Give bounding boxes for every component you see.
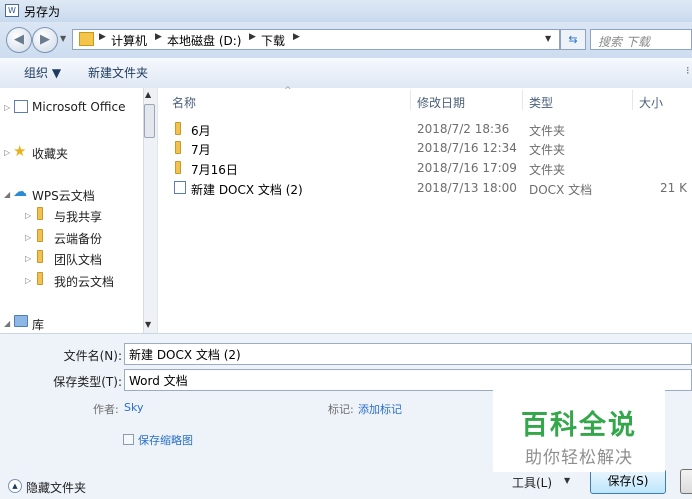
column-divider[interactable] — [632, 90, 633, 110]
filename-input[interactable]: 新建 DOCX 文档 (2) — [124, 343, 692, 365]
author-label: 作者: — [93, 403, 119, 416]
save-thumbnail-checkbox[interactable] — [123, 434, 134, 445]
breadcrumb-local-disk[interactable]: 本地磁盘 (D:) — [167, 32, 241, 49]
title-bar — [0, 0, 692, 22]
tags-field[interactable]: 添加标记 — [358, 401, 402, 417]
file-type: 文件夹 — [529, 124, 566, 138]
chevron-down-icon[interactable]: ▼ — [60, 34, 66, 43]
chevron-up-icon[interactable]: ▲ — [8, 479, 22, 493]
filetype-label: 保存类型(T): — [53, 375, 122, 389]
expand-arrow-icon[interactable]: ▷ — [4, 148, 10, 157]
scroll-up-icon[interactable]: ▲ — [145, 90, 151, 99]
breadcrumb-separator-icon[interactable]: ▶ — [155, 32, 162, 42]
author-field[interactable]: Sky — [124, 401, 143, 414]
column-header-type[interactable]: 类型 — [529, 94, 553, 111]
file-name: 6月 — [191, 124, 211, 138]
folder-icon — [79, 32, 94, 46]
collapse-arrow-icon[interactable]: ◢ — [4, 190, 10, 199]
refresh-button[interactable]: ⇆ — [560, 29, 586, 50]
chevron-down-icon[interactable]: ▼ — [564, 476, 570, 485]
file-type: 文件夹 — [529, 143, 566, 157]
file-type: 文件夹 — [529, 163, 566, 177]
file-type: DOCX 文档 — [529, 183, 593, 197]
expand-arrow-icon[interactable]: ▷ — [25, 233, 31, 242]
save-thumbnail-label[interactable]: 保存缩略图 — [138, 432, 193, 448]
sort-ascending-icon: ^ — [284, 86, 292, 96]
file-modified: 2018/7/16 12:34 — [417, 141, 517, 155]
breadcrumb-separator-icon[interactable]: ▶ — [99, 32, 106, 42]
column-header-size[interactable]: 大小 — [639, 94, 663, 111]
cloud-icon: ☁ — [13, 184, 27, 200]
filetype-select[interactable]: Word 文档 — [124, 369, 692, 391]
nav-item-shared-with-me[interactable]: 与我共享 — [54, 208, 102, 225]
folder-icon — [37, 272, 43, 285]
nav-item-my-cloud-docs[interactable]: 我的云文档 — [54, 273, 114, 290]
file-name: 7月16日 — [191, 163, 238, 177]
column-divider[interactable] — [522, 90, 523, 110]
tools-button[interactable]: 工具(L) — [512, 474, 552, 491]
docx-file-icon — [174, 181, 186, 194]
tags-label: 标记: — [328, 403, 354, 416]
breadcrumb-computer[interactable]: 计算机 — [111, 32, 147, 49]
column-header-name[interactable]: 名称 — [172, 94, 196, 111]
file-name: 新建 DOCX 文档 (2) — [191, 183, 303, 197]
folder-icon — [175, 122, 181, 135]
folder-icon — [175, 141, 181, 154]
folder-icon — [37, 229, 43, 242]
view-options-icon[interactable]: ⁝ — [686, 64, 690, 77]
scroll-down-icon[interactable]: ▼ — [145, 320, 151, 329]
file-size: 21 K — [660, 181, 687, 195]
column-header-modified[interactable]: 修改日期 — [417, 94, 465, 111]
folder-icon — [175, 161, 181, 174]
new-folder-button[interactable]: 新建文件夹 — [88, 64, 148, 81]
office-icon — [14, 100, 28, 113]
breadcrumb-separator-icon[interactable]: ▶ — [249, 32, 256, 42]
window-title: 另存为 — [24, 5, 61, 19]
expand-arrow-icon[interactable]: ▷ — [4, 103, 10, 112]
cancel-button[interactable] — [680, 469, 692, 494]
breadcrumb-separator-icon[interactable]: ▶ — [293, 32, 300, 42]
save-button[interactable]: 保存(S) — [590, 469, 666, 494]
watermark-title: 百科全说 — [521, 410, 637, 441]
breadcrumb-downloads[interactable]: 下载 — [261, 32, 285, 49]
expand-arrow-icon[interactable]: ▷ — [25, 254, 31, 263]
collapse-arrow-icon[interactable]: ◢ — [4, 319, 10, 328]
library-icon — [14, 315, 28, 327]
watermark-subtitle: 助你轻松解决 — [525, 448, 633, 468]
column-divider[interactable] — [410, 90, 411, 110]
filename-label: 文件名(N): — [63, 349, 122, 363]
scrollbar-thumb[interactable] — [144, 104, 155, 138]
address-dropdown-icon[interactable]: ▼ — [545, 34, 551, 43]
document-icon: W — [5, 4, 19, 17]
folder-icon — [37, 250, 43, 263]
nav-item-team-docs[interactable]: 团队文档 — [54, 251, 102, 268]
file-name: 7月 — [191, 143, 211, 157]
star-icon: ★ — [13, 142, 27, 160]
nav-item-favorites[interactable]: 收藏夹 — [32, 145, 68, 162]
forward-button[interactable]: ▶ — [32, 27, 58, 53]
nav-item-libraries[interactable]: 库 — [32, 316, 44, 333]
nav-item-cloud-backup[interactable]: 云端备份 — [54, 230, 102, 247]
back-button[interactable]: ◀ — [6, 27, 32, 53]
file-modified: 2018/7/2 18:36 — [417, 122, 510, 136]
organize-button[interactable]: 组织 ▼ — [24, 64, 61, 81]
expand-arrow-icon[interactable]: ▷ — [25, 276, 31, 285]
hide-folders-button[interactable]: 隐藏文件夹 — [26, 479, 86, 496]
file-modified: 2018/7/13 18:00 — [417, 181, 517, 195]
search-placeholder: 搜索 下载 — [598, 35, 650, 49]
nav-item-microsoft-office[interactable]: Microsoft Office — [32, 100, 125, 114]
nav-item-wps-cloud[interactable]: WPS云文档 — [32, 187, 95, 204]
expand-arrow-icon[interactable]: ▷ — [25, 211, 31, 220]
folder-icon — [37, 207, 43, 220]
file-modified: 2018/7/16 17:09 — [417, 161, 517, 175]
